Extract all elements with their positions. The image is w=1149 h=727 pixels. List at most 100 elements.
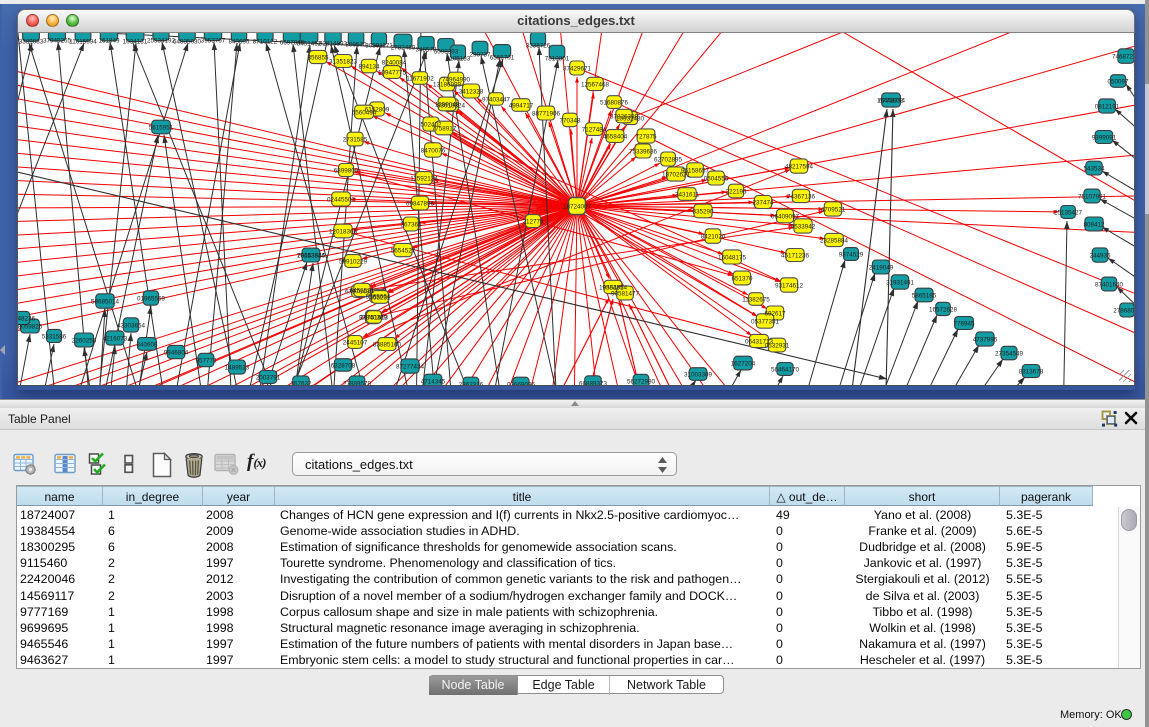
svg-text:01965569: 01965569 xyxy=(137,295,166,302)
svg-text:96158657: 96158657 xyxy=(681,167,710,174)
svg-text:56464170: 56464170 xyxy=(771,366,800,373)
svg-text:770348: 770348 xyxy=(559,117,581,124)
svg-text:4709521: 4709521 xyxy=(821,206,846,213)
svg-text:5865185: 5865185 xyxy=(912,292,937,299)
svg-text:7810801: 7810801 xyxy=(545,56,570,63)
svg-text:11382675: 11382675 xyxy=(742,296,770,303)
svg-text:25135427: 25135427 xyxy=(1054,209,1083,216)
svg-text:5615951: 5615951 xyxy=(149,124,174,131)
svg-text:222196: 222196 xyxy=(725,188,747,195)
svg-text:9946804: 9946804 xyxy=(164,349,189,356)
svg-text:27889579: 27889579 xyxy=(343,380,372,386)
svg-text:1627204: 1627204 xyxy=(731,360,756,367)
svg-text:62702895: 62702895 xyxy=(654,156,683,163)
svg-text:12018366: 12018366 xyxy=(329,228,358,235)
svg-text:66889373: 66889373 xyxy=(579,380,608,386)
svg-text:8421020: 8421020 xyxy=(701,233,726,240)
svg-text:3412328: 3412328 xyxy=(459,88,484,95)
svg-text:3953767: 3953767 xyxy=(201,38,226,45)
svg-text:1034131: 1034131 xyxy=(123,39,148,46)
svg-text:45171236: 45171236 xyxy=(781,252,810,259)
svg-text:37940265: 37940265 xyxy=(43,38,72,45)
svg-text:19384554: 19384554 xyxy=(599,284,628,291)
svg-text:957773: 957773 xyxy=(195,357,217,364)
svg-text:16572628: 16572628 xyxy=(929,306,958,313)
svg-text:11671902: 11671902 xyxy=(406,75,434,82)
svg-text:776945: 776945 xyxy=(953,320,975,327)
svg-text:56272980: 56272980 xyxy=(627,378,656,385)
svg-text:4714345: 4714345 xyxy=(421,378,446,385)
svg-text:543534: 543534 xyxy=(1083,165,1105,172)
svg-text:27354549: 27354549 xyxy=(995,350,1024,357)
svg-text:43303654: 43303654 xyxy=(117,322,146,329)
svg-text:9533942: 9533942 xyxy=(791,223,816,230)
svg-text:88771906: 88771906 xyxy=(532,110,561,117)
svg-text:6560494: 6560494 xyxy=(352,109,377,116)
svg-text:82814893: 82814893 xyxy=(319,41,348,48)
svg-text:16048175: 16048175 xyxy=(718,254,747,261)
svg-text:212779: 212779 xyxy=(522,218,544,225)
svg-text:74687234: 74687234 xyxy=(1112,53,1135,60)
svg-text:64835030: 64835030 xyxy=(173,39,202,46)
svg-text:69847896: 69847896 xyxy=(406,200,435,207)
svg-text:31931491: 31931491 xyxy=(886,279,915,286)
svg-text:050097: 050097 xyxy=(1107,78,1129,85)
svg-text:29751613: 29751613 xyxy=(360,314,389,321)
svg-text:0504556: 0504556 xyxy=(704,175,729,182)
svg-text:367632: 367632 xyxy=(290,380,312,386)
svg-text:3338726: 3338726 xyxy=(526,43,551,50)
svg-text:30391171: 30391171 xyxy=(365,43,393,50)
svg-text:7127484: 7127484 xyxy=(582,126,607,133)
svg-text:808412: 808412 xyxy=(1083,221,1105,228)
svg-text:11615594: 11615594 xyxy=(69,39,97,46)
svg-text:2260256: 2260256 xyxy=(72,337,97,344)
svg-text:6328708: 6328708 xyxy=(331,362,356,369)
svg-text:237474: 237474 xyxy=(752,199,774,206)
svg-text:10947775: 10947775 xyxy=(378,69,407,76)
svg-text:25534192: 25534192 xyxy=(147,38,176,45)
svg-text:31351823: 31351823 xyxy=(329,58,358,65)
svg-text:74367136: 74367136 xyxy=(787,193,816,200)
svg-text:5654527: 5654527 xyxy=(391,247,416,254)
svg-text:03669096: 03669096 xyxy=(507,381,536,386)
svg-text:16448794: 16448794 xyxy=(877,97,906,104)
svg-text:809570: 809570 xyxy=(345,42,367,49)
svg-text:1489513: 1489513 xyxy=(225,364,250,371)
svg-text:4658404: 4658404 xyxy=(603,133,628,140)
svg-text:8313678: 8313678 xyxy=(1019,368,1044,375)
svg-text:7758917: 7758917 xyxy=(432,125,457,132)
svg-text:05377351: 05377351 xyxy=(751,318,780,325)
svg-text:59910229: 59910229 xyxy=(339,258,368,265)
svg-text:27868011: 27868011 xyxy=(1113,307,1135,314)
svg-text:9399091: 9399091 xyxy=(1092,134,1117,141)
svg-text:355231: 355231 xyxy=(369,294,391,301)
svg-text:2362316: 2362316 xyxy=(459,381,484,386)
svg-text:692617: 692617 xyxy=(764,310,786,317)
svg-text:75339636: 75339636 xyxy=(629,148,658,155)
svg-text:856855: 856855 xyxy=(307,54,329,61)
svg-text:2445107: 2445107 xyxy=(343,339,368,346)
svg-text:87401640: 87401640 xyxy=(1095,281,1124,288)
svg-text:8470076: 8470076 xyxy=(421,147,446,154)
svg-text:0532931: 0532931 xyxy=(765,342,790,349)
svg-text:11592124: 11592124 xyxy=(410,175,438,182)
svg-text:849696: 849696 xyxy=(228,39,250,46)
svg-text:87429671: 87429671 xyxy=(563,65,592,72)
svg-text:5098393: 5098393 xyxy=(434,49,459,56)
svg-text:8059826: 8059826 xyxy=(18,323,43,330)
svg-text:8240084: 8240084 xyxy=(382,59,407,66)
svg-text:161849: 161849 xyxy=(98,38,120,45)
svg-text:651370: 651370 xyxy=(731,275,753,282)
svg-text:97403447: 97403447 xyxy=(482,96,511,103)
svg-text:75107991: 75107991 xyxy=(1078,193,1107,200)
svg-text:12567468: 12567468 xyxy=(581,81,610,88)
svg-text:48217594: 48217594 xyxy=(785,163,814,170)
svg-text:8710122: 8710122 xyxy=(253,39,278,46)
svg-text:18724007: 18724007 xyxy=(563,203,592,210)
svg-text:65648236: 65648236 xyxy=(18,315,35,322)
svg-text:02445502: 02445502 xyxy=(327,196,356,203)
svg-text:4737996: 4737996 xyxy=(973,336,998,343)
svg-text:74964990: 74964990 xyxy=(442,76,471,83)
svg-text:31003309: 31003309 xyxy=(684,371,713,378)
svg-text:51680876: 51680876 xyxy=(600,99,629,106)
